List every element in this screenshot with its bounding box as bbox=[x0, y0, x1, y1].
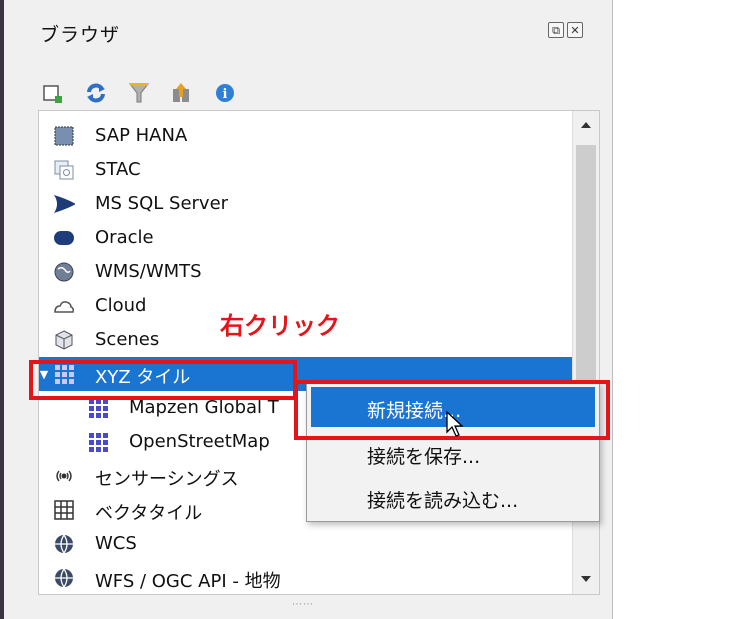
scrollbar-thumb[interactable] bbox=[576, 145, 596, 397]
window-edge bbox=[0, 0, 4, 619]
highlight-box-xyz-tiles bbox=[29, 360, 297, 400]
dock-buttons: ⧉ ✕ bbox=[548, 22, 583, 38]
annotation-right-click: 右クリック bbox=[220, 312, 340, 340]
scroll-up-icon[interactable] bbox=[573, 113, 599, 137]
mssql-icon bbox=[53, 193, 75, 215]
tree-item-stac[interactable]: STAC bbox=[39, 153, 573, 187]
xyz-grid-icon bbox=[87, 397, 109, 419]
vector-tile-icon bbox=[53, 499, 75, 521]
tree-item-oracle[interactable]: Oracle bbox=[39, 221, 573, 255]
float-icon[interactable]: ⧉ bbox=[548, 22, 564, 38]
scroll-down-icon[interactable] bbox=[573, 567, 599, 591]
browser-toolbar: i bbox=[38, 78, 240, 108]
tree-item-sap-hana[interactable]: SAP HANA bbox=[39, 119, 573, 153]
cloud-icon bbox=[53, 295, 75, 317]
globe-icon bbox=[53, 567, 75, 589]
sensor-icon bbox=[53, 465, 75, 487]
filter-icon[interactable] bbox=[124, 78, 154, 108]
oracle-icon bbox=[53, 227, 75, 249]
browser-tree[interactable]: SAP HANA STAC MS SQL Server Oracle WMS/W… bbox=[38, 110, 600, 595]
close-icon[interactable]: ✕ bbox=[567, 22, 583, 38]
globe-icon bbox=[53, 261, 75, 283]
sap-hana-icon bbox=[53, 125, 75, 147]
mouse-cursor-icon bbox=[446, 410, 464, 437]
info-icon[interactable]: i bbox=[210, 78, 240, 108]
refresh-icon[interactable] bbox=[81, 78, 111, 108]
menu-item-load-connections[interactable]: 接続を読み込む... bbox=[311, 477, 595, 517]
tree-item-mssql[interactable]: MS SQL Server bbox=[39, 187, 573, 221]
svg-text:i: i bbox=[223, 87, 228, 102]
tree-item-wms[interactable]: WMS/WMTS bbox=[39, 255, 573, 289]
tree-item-wcs[interactable]: WCS bbox=[39, 527, 573, 561]
tree-item-wfs[interactable]: WFS / OGC API - 地物 bbox=[39, 561, 573, 594]
resize-grip[interactable]: ⋯⋯ bbox=[292, 599, 314, 610]
xyz-grid-icon bbox=[87, 431, 109, 453]
globe-icon bbox=[53, 533, 75, 555]
panel-title: ブラウザ bbox=[40, 24, 121, 46]
collapse-icon[interactable] bbox=[167, 78, 197, 108]
add-layer-icon[interactable] bbox=[38, 78, 68, 108]
scenes-icon bbox=[53, 329, 75, 351]
stac-icon bbox=[53, 159, 75, 181]
